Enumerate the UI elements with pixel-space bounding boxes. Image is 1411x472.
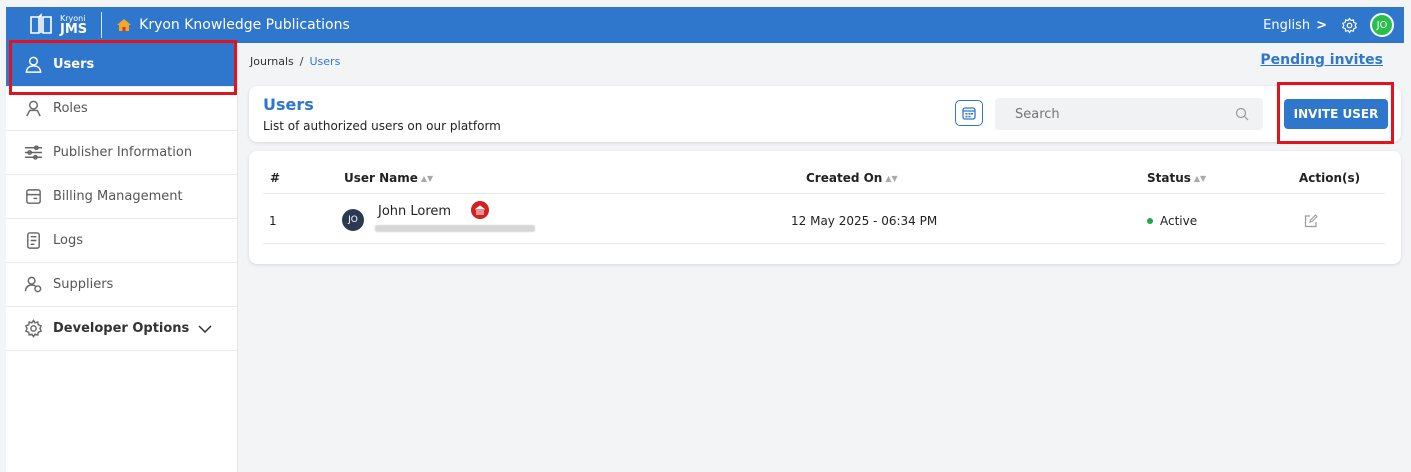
app-title: Kryon Knowledge Publications — [139, 17, 350, 33]
chevron-down-icon[interactable] — [197, 321, 213, 337]
top-bar: Kryoni JMS Kryon Knowledge Publications … — [6, 7, 1404, 43]
sidebar: Users Roles Publisher Information Billin… — [6, 43, 238, 472]
sidebar-item-suppliers[interactable]: Suppliers — [6, 263, 237, 307]
breadcrumb-root[interactable]: Journals — [250, 55, 294, 68]
sidebar-item-label: Developer Options — [53, 321, 190, 336]
status-dot — [1147, 218, 1153, 224]
column-header-status[interactable]: Status ▲▼ — [1147, 171, 1206, 185]
search-input[interactable] — [1015, 106, 1215, 122]
gear-icon — [24, 319, 43, 338]
sidebar-item-logs[interactable]: Logs — [6, 219, 237, 263]
page-title: Users — [263, 95, 314, 114]
home-icon[interactable] — [116, 17, 132, 33]
column-header-label: User Name — [344, 171, 418, 185]
roles-icon — [26, 100, 41, 117]
user-email-redacted — [375, 225, 535, 232]
highlight-box-invite — [1277, 82, 1394, 144]
brand-logo[interactable]: Kryoni JMS — [6, 7, 87, 43]
calendar-button[interactable] — [955, 100, 983, 126]
row-index: 1 — [269, 214, 277, 228]
sort-icon[interactable]: ▲▼ — [1194, 174, 1206, 183]
column-header-user-name[interactable]: User Name ▲▼ — [344, 171, 433, 185]
highlight-box-users — [9, 40, 237, 95]
search-icon[interactable] — [1235, 107, 1249, 121]
sidebar-item-label: Logs — [53, 233, 83, 248]
breadcrumb-separator: / — [299, 55, 304, 68]
logs-icon — [27, 232, 40, 249]
sort-icon[interactable]: ▲▼ — [421, 174, 433, 183]
breadcrumb-current: Users — [309, 55, 341, 68]
sidebar-item-publisher-information[interactable]: Publisher Information — [6, 131, 237, 175]
search-box — [995, 98, 1263, 130]
page-subtitle: List of authorized users on our platform — [263, 119, 501, 133]
column-header-label: Status — [1147, 171, 1191, 185]
column-header-index: # — [270, 171, 280, 185]
column-header-label: # — [270, 171, 281, 185]
sidebar-item-label: Publisher Information — [53, 145, 193, 160]
column-header-label: Action(s) — [1299, 171, 1361, 185]
column-header-created-on[interactable]: Created On ▲▼ — [806, 171, 898, 185]
header-divider — [101, 12, 103, 38]
sidebar-item-label: Roles — [53, 101, 88, 116]
created-on: 12 May 2025 - 06:34 PM — [791, 214, 938, 228]
language-label: English — [1263, 17, 1311, 33]
user-avatar[interactable]: JO — [1370, 13, 1394, 37]
edit-icon[interactable] — [1304, 214, 1318, 228]
breadcrumb: Journals / Users — [250, 55, 340, 68]
settings-gear-icon[interactable] — [1341, 16, 1358, 34]
chevron-right-icon: > — [1316, 17, 1327, 33]
header-divider — [263, 193, 1385, 194]
book-logo-icon — [30, 13, 52, 34]
pending-invites-link[interactable]: Pending invites — [1260, 52, 1383, 68]
billing-icon — [26, 189, 41, 204]
users-header-card: Users List of authorized users on our pl… — [249, 86, 1401, 142]
sidebar-item-billing-management[interactable]: Billing Management — [6, 175, 237, 219]
sidebar-item-label: Suppliers — [53, 277, 114, 292]
institution-icon — [471, 201, 489, 219]
user-avatar: JO — [342, 209, 364, 231]
brand-name: JMS — [60, 21, 88, 37]
sliders-icon — [24, 145, 43, 160]
column-header-actions: Action(s) — [1299, 171, 1360, 185]
sidebar-item-developer-options[interactable]: Developer Options — [6, 307, 237, 351]
row-divider — [263, 243, 1385, 244]
users-table: # User Name ▲▼ Created On ▲▼ Status ▲▼ Acti… — [249, 151, 1401, 264]
sort-icon[interactable]: ▲▼ — [885, 174, 897, 183]
user-name[interactable]: John Lorem — [378, 204, 451, 219]
sidebar-item-label: Billing Management — [53, 189, 183, 204]
suppliers-icon — [24, 276, 42, 293]
status-badge: Active — [1160, 214, 1198, 228]
language-selector[interactable]: English > — [1263, 18, 1327, 33]
calendar-icon — [962, 107, 976, 120]
column-header-label: Created On — [806, 171, 883, 185]
